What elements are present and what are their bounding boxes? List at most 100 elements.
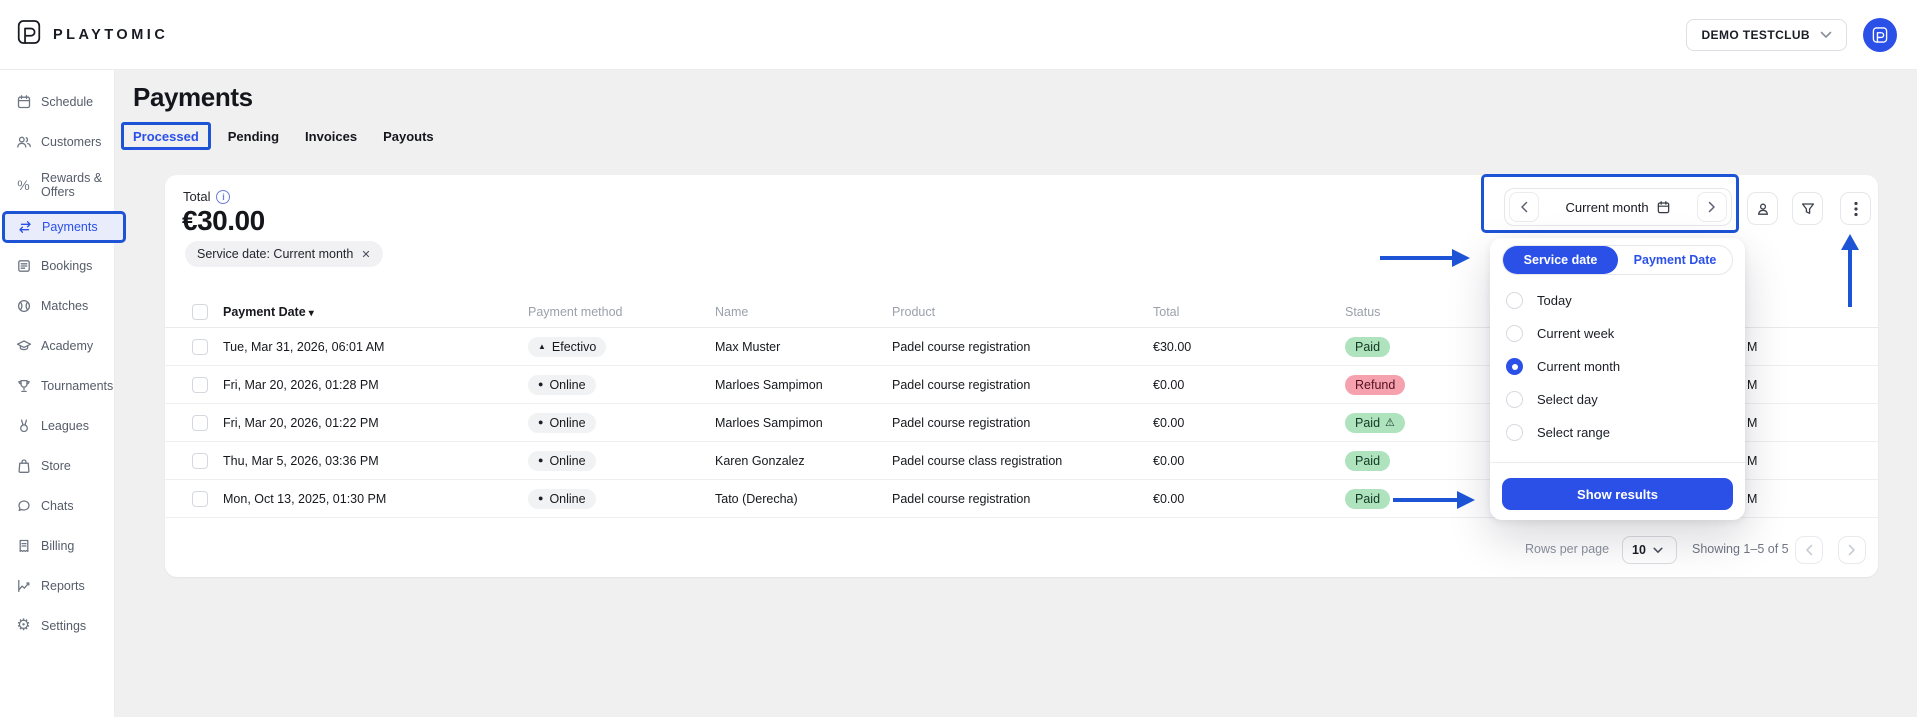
obscured-column-fragment: M: [1747, 453, 1758, 468]
sidebar-item-tournaments[interactable]: Tournaments: [0, 366, 114, 406]
show-results-button[interactable]: Show results: [1502, 478, 1733, 510]
sidebar-item-academy[interactable]: Academy: [0, 326, 114, 366]
active-filter-chip[interactable]: Service date: Current month ✕: [185, 241, 383, 267]
sidebar-item-chats[interactable]: Chats: [0, 486, 114, 526]
option-select-day[interactable]: Select day: [1490, 383, 1745, 416]
column-payment-method[interactable]: Payment method: [528, 305, 623, 319]
sidebar-item-billing[interactable]: Billing: [0, 526, 114, 566]
kebab-menu-icon: [1853, 201, 1858, 216]
radio-selected-icon[interactable]: [1506, 358, 1523, 375]
tab-pending[interactable]: Pending: [228, 123, 279, 150]
sidebar-item-leagues[interactable]: Leagues: [0, 406, 114, 446]
option-label: Current month: [1537, 359, 1621, 374]
tab-payouts[interactable]: Payouts: [383, 123, 434, 150]
column-product[interactable]: Product: [892, 305, 935, 319]
obscured-column-fragment: M: [1747, 415, 1758, 430]
sidebar-item-settings[interactable]: ⚙ Settings: [0, 606, 114, 646]
next-period-button[interactable]: [1697, 192, 1727, 222]
previous-period-button[interactable]: [1509, 192, 1539, 222]
total-cell: €0.00: [1153, 491, 1185, 506]
previous-page-button[interactable]: [1795, 536, 1823, 564]
status-cell: Paid: [1345, 450, 1391, 471]
sidebar-item-label: Billing: [41, 538, 75, 553]
showing-range-label: Showing 1–5 of 5: [1692, 542, 1789, 556]
receipt-icon: [15, 538, 32, 555]
chevron-left-icon: [1806, 544, 1813, 556]
tab-invoices[interactable]: Invoices: [305, 123, 357, 150]
total-label: Total: [183, 189, 211, 204]
payment-method-cell: ▲ Efectivo: [528, 336, 607, 357]
next-page-button[interactable]: [1838, 536, 1866, 564]
payment-method-cell: ● Online: [528, 488, 596, 509]
obscured-column-fragment: M: [1747, 377, 1758, 392]
option-current-week[interactable]: Current week: [1490, 317, 1745, 350]
sidebar-item-label: Reports: [41, 578, 85, 593]
tab-payment-date[interactable]: Payment Date: [1618, 253, 1732, 267]
status-cell: Paid ⚠: [1345, 412, 1405, 433]
product-cell: Padel course registration: [892, 491, 1031, 506]
close-icon[interactable]: ✕: [361, 248, 370, 261]
column-total[interactable]: Total: [1153, 305, 1179, 319]
option-current-month[interactable]: Current month: [1490, 350, 1745, 383]
sidebar: Schedule Customers % Rewards & Offers Pa…: [0, 70, 126, 717]
tab-service-date[interactable]: Service date: [1503, 246, 1618, 274]
sidebar-item-matches[interactable]: Matches: [0, 286, 114, 326]
sidebar-item-store[interactable]: Store: [0, 446, 114, 486]
chart-icon: [15, 578, 32, 595]
sidebar-item-rewards-offers[interactable]: % Rewards & Offers: [0, 162, 114, 208]
sidebar-item-payments[interactable]: Payments: [2, 211, 126, 243]
sidebar-item-label: Settings: [41, 618, 87, 633]
product-cell: Padel course registration: [892, 339, 1031, 354]
row-checkbox[interactable]: [192, 490, 208, 507]
cash-method-icon: ▲: [538, 341, 546, 351]
more-options-button[interactable]: [1840, 192, 1871, 225]
product-cell: Padel course registration: [892, 377, 1031, 392]
filter-chip-label: Service date: Current month: [197, 247, 354, 261]
select-all-checkbox[interactable]: [192, 303, 208, 320]
status-badge: Refund: [1345, 374, 1406, 395]
club-selector-label: DEMO TESTCLUB: [1701, 28, 1810, 42]
sidebar-item-label: Chats: [41, 498, 74, 513]
status-badge: Paid ⚠: [1345, 412, 1405, 433]
table-footer: Rows per page 10 Showing 1–5 of 5: [165, 536, 1878, 564]
info-icon[interactable]: i: [216, 189, 231, 204]
rows-per-page-select[interactable]: 10: [1622, 536, 1677, 564]
sidebar-item-schedule[interactable]: Schedule: [0, 82, 114, 122]
chevron-right-icon: [1708, 201, 1715, 213]
column-name[interactable]: Name: [715, 305, 748, 319]
column-payment-date[interactable]: Payment Date ▾: [223, 305, 314, 319]
sidebar-item-customers[interactable]: Customers: [0, 122, 114, 162]
topbar: PLAYTOMIC DEMO TESTCLUB: [0, 0, 1917, 70]
status-badge: Paid: [1345, 450, 1391, 471]
product-cell: Padel course registration: [892, 415, 1031, 430]
customer-filter-button[interactable]: [1747, 192, 1778, 225]
rows-per-page-label: Rows per page: [1525, 542, 1610, 556]
payment-method-cell: ● Online: [528, 450, 596, 471]
club-selector-button[interactable]: DEMO TESTCLUB: [1686, 19, 1847, 51]
row-checkbox[interactable]: [192, 338, 208, 355]
radio-icon[interactable]: [1506, 292, 1523, 309]
sidebar-item-bookings[interactable]: Bookings: [0, 246, 114, 286]
playtomic-app-button[interactable]: [1863, 18, 1897, 52]
trophy-icon: [15, 378, 32, 395]
row-checkbox[interactable]: [192, 452, 208, 469]
tab-processed[interactable]: Processed: [133, 123, 199, 150]
row-checkbox[interactable]: [192, 376, 208, 393]
sidebar-item-label: Bookings: [41, 258, 93, 273]
online-method-icon: ●: [538, 379, 544, 389]
row-checkbox[interactable]: [192, 414, 208, 431]
radio-icon[interactable]: [1506, 391, 1523, 408]
radio-icon[interactable]: [1506, 325, 1523, 342]
option-today[interactable]: Today: [1490, 284, 1745, 317]
sidebar-item-reports[interactable]: Reports: [0, 566, 114, 606]
gear-icon: ⚙: [16, 617, 31, 634]
payments-tabs: Processed Pending Invoices Payouts: [121, 122, 460, 150]
status-badge: Paid: [1345, 488, 1391, 509]
column-status[interactable]: Status: [1345, 305, 1380, 319]
date-range-label: Current month: [1565, 199, 1649, 215]
sidebar-item-label: Tournaments: [41, 378, 114, 393]
date-range-button[interactable]: Current month: [1543, 200, 1693, 215]
radio-icon[interactable]: [1506, 424, 1523, 441]
filters-button[interactable]: [1792, 192, 1823, 225]
option-select-range[interactable]: Select range: [1490, 416, 1745, 449]
